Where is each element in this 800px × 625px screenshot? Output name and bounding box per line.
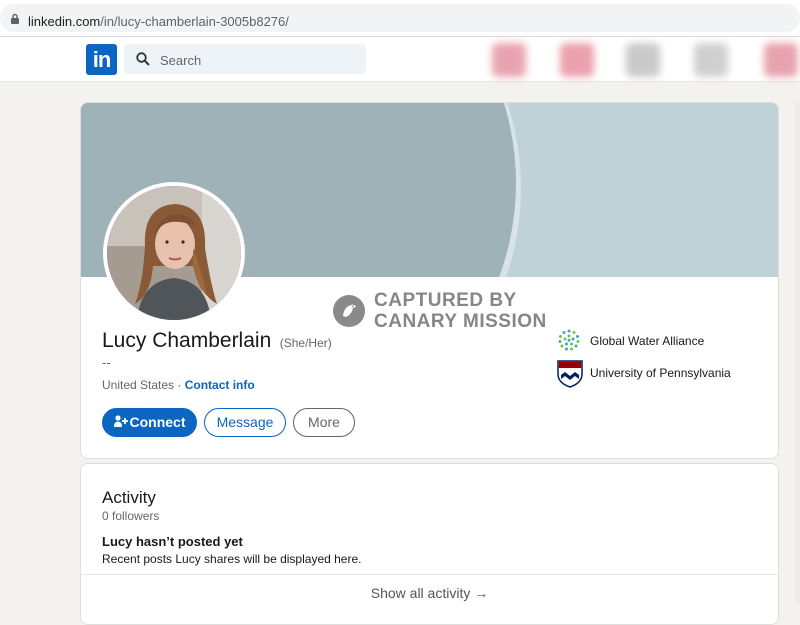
profile-location-row: United States · Contact info xyxy=(102,378,255,392)
url-field[interactable]: linkedin.com/in/lucy-chamberlain-3005b82… xyxy=(0,4,800,32)
nav-item-blurred[interactable] xyxy=(764,43,798,77)
watermark-line-1: CAPTURED BY xyxy=(374,290,517,311)
followers-count[interactable]: 0 followers xyxy=(102,509,159,523)
nav-item-blurred[interactable] xyxy=(626,43,660,77)
url-text[interactable]: linkedin.com/in/lucy-chamberlain-3005b82… xyxy=(28,14,289,29)
lock-icon xyxy=(11,13,19,24)
global-water-alliance-logo xyxy=(558,329,580,351)
org-name: Global Water Alliance xyxy=(590,334,705,348)
nav-item-blurred[interactable] xyxy=(492,43,526,77)
search-icon xyxy=(136,52,150,66)
activity-empty-description: Recent posts Lucy shares will be display… xyxy=(102,552,362,566)
nav-item-blurred[interactable] xyxy=(560,43,594,77)
profile-name: Lucy Chamberlain xyxy=(102,329,272,352)
watermark-text: CAPTURED BY CANARY MISSION xyxy=(374,290,547,332)
profile-pronouns: (She/Her) xyxy=(279,336,332,350)
profile-name-row: Lucy Chamberlain (She/Her) xyxy=(102,329,332,353)
search-box[interactable] xyxy=(124,44,366,74)
canary-bird-icon xyxy=(333,295,365,327)
avatar-image xyxy=(107,186,241,320)
connect-button[interactable]: Connect xyxy=(102,408,197,437)
nav-item-blurred[interactable] xyxy=(694,43,728,77)
profile-photo[interactable] xyxy=(103,182,245,324)
contact-info-link[interactable]: Contact info xyxy=(185,378,255,392)
org-name: University of Pennsylvania xyxy=(590,366,731,380)
top-navigation: in xyxy=(0,37,800,82)
watermark-line-2: CANARY MISSION xyxy=(374,311,547,332)
location-separator: · xyxy=(174,378,185,392)
activity-empty-title: Lucy hasn’t posted yet xyxy=(102,534,243,549)
linkedin-logo[interactable]: in xyxy=(86,44,117,75)
divider xyxy=(81,574,778,575)
profile-headline: -- xyxy=(102,355,111,370)
connect-label: Connect xyxy=(129,414,186,430)
url-path: /in/lucy-chamberlain-3005b8276/ xyxy=(100,14,289,29)
profile-card: Lucy Chamberlain (She/Her) -- United Sta… xyxy=(80,102,779,459)
upenn-shield-logo xyxy=(557,360,583,388)
page-edge xyxy=(795,102,800,605)
message-button[interactable]: Message xyxy=(204,408,286,437)
url-host: linkedin.com xyxy=(28,14,101,29)
browser-address-bar: linkedin.com/in/lucy-chamberlain-3005b82… xyxy=(0,0,800,37)
search-input[interactable] xyxy=(158,49,362,71)
profile-location: United States xyxy=(102,378,175,392)
more-button[interactable]: More xyxy=(293,408,355,437)
add-person-icon xyxy=(113,415,128,427)
show-all-activity-link[interactable]: Show all activity → xyxy=(81,585,778,601)
activity-card: Activity 0 followers Lucy hasn’t posted … xyxy=(80,463,779,625)
activity-title: Activity xyxy=(102,488,156,507)
